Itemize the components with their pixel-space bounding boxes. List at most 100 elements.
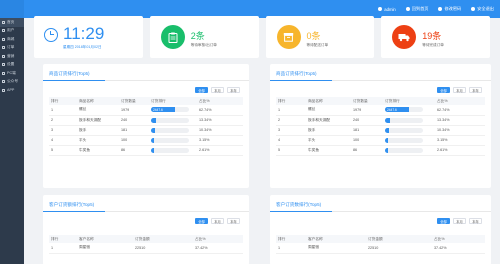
cell-count: 181: [351, 125, 383, 136]
sidebar-item-orders[interactable]: 订单: [0, 44, 24, 53]
cell-bar: [149, 115, 197, 126]
sidebar-item-label: 公众号: [7, 79, 19, 84]
box-icon: [276, 25, 301, 49]
filter-all-button[interactable]: 全部: [437, 87, 450, 93]
progress-bar: [385, 147, 423, 153]
sidebar-item-label: 营销: [7, 53, 15, 58]
customer-amount-ranking-panel: 客户订货额排行(Top5) 全部 本月 本年 排行 客户名称 订货金额 占比% …: [43, 195, 249, 264]
filter-month-button[interactable]: 本月: [211, 218, 224, 224]
table-row[interactable]: 3 扳手 181 10.34%: [276, 125, 485, 136]
sidebar-item-label: 商城: [7, 36, 15, 41]
filter-all-button[interactable]: 全部: [195, 218, 208, 224]
cell-pct: 3.15%: [435, 135, 485, 146]
order-icon: [2, 46, 5, 50]
cell-name: 螺丝: [77, 105, 119, 116]
pending-shipping-count: 0条: [306, 31, 321, 41]
awaiting-completion-card[interactable]: 19条 等待完成订单: [381, 16, 490, 58]
cell-bar: [383, 125, 435, 136]
col-customer: 客户名称: [306, 235, 366, 243]
cell-amount: 22510: [366, 243, 432, 254]
filter-year-button[interactable]: 本年: [469, 218, 482, 224]
cell-name: 扳手和天湖配: [77, 115, 119, 126]
truck-icon: [392, 25, 417, 49]
cell-bar: [383, 115, 435, 126]
cell-rank: 4: [49, 135, 77, 146]
col-count: 订货数量: [351, 97, 383, 105]
filter-all-button[interactable]: 全部: [195, 87, 208, 93]
table-row[interactable]: 5 牛类鱼 86 2.61%: [276, 145, 485, 156]
change-password-link[interactable]: 修改密码: [438, 6, 461, 12]
cell-pct: 37.42%: [193, 243, 243, 254]
sidebar-item-app[interactable]: APP: [0, 86, 24, 95]
cell-rank: 1: [49, 243, 77, 254]
cell-name: 平头: [77, 135, 119, 146]
col-rank: 排行: [49, 97, 77, 105]
table-row[interactable]: 1 螺丝 1979 2447.6 62.74%: [276, 105, 485, 116]
wechat-icon: [2, 80, 5, 84]
sidebar-item-pc[interactable]: PC端: [0, 69, 24, 78]
cell-rank: 3: [49, 125, 77, 136]
filter-month-button[interactable]: 本月: [453, 218, 466, 224]
progress-bar: 2447.6: [151, 107, 189, 113]
home-icon: [405, 7, 410, 11]
cell-pct: 62.74%: [197, 105, 243, 116]
cell-name: 牛类鱼: [306, 145, 351, 156]
clipboard-icon: [160, 25, 185, 49]
progress-bar-fill: [385, 127, 389, 133]
pending-shipping-card[interactable]: 0条 等待配送订单: [265, 16, 375, 58]
progress-bar: [385, 127, 423, 133]
user-menu[interactable]: admin: [378, 6, 396, 12]
clock-time: 11:29: [63, 24, 105, 43]
sidebar-item-wechat[interactable]: 公众号: [0, 78, 24, 87]
filter-month-button[interactable]: 本月: [211, 87, 224, 93]
cell-amount: 22510: [133, 243, 193, 254]
table-row[interactable]: 2 扳手和天湖配 240 13.34%: [49, 115, 243, 126]
cell-bar: [383, 135, 435, 146]
sidebar-item-mall[interactable]: 商城: [0, 35, 24, 44]
table-row[interactable]: 1 周星驰 22510 37.42%: [49, 243, 243, 254]
pending-orders-count: 2条: [190, 31, 205, 41]
filter-all-button[interactable]: 全部: [437, 218, 450, 224]
panel-title: 客户订货数排行(Top5): [276, 202, 322, 207]
table-row[interactable]: 3 扳手 181 10.34%: [49, 125, 243, 136]
filter-year-button[interactable]: 本年: [227, 218, 240, 224]
username: admin: [384, 6, 396, 12]
filter-year-button[interactable]: 本年: [227, 87, 240, 93]
sidebar-item-home[interactable]: 首页: [0, 18, 24, 27]
customer-count-table: 排行 客户名称 订货金额 占比% 1 周星驰 22510 37.42%: [276, 235, 485, 254]
goods-ranking-table: 排行 商品名称 订货数量 订货排行 占比% 1 螺丝 1979 2447.6 62.74…: [49, 97, 243, 156]
awaiting-completion-count: 19条: [422, 31, 442, 41]
table-row[interactable]: 4 平头 100 3.15%: [276, 135, 485, 146]
col-pct: 占比%: [432, 235, 485, 243]
cell-name: 扳手: [306, 125, 351, 136]
cell-pct: 10.34%: [197, 125, 243, 136]
panel-title-underline: [43, 210, 105, 212]
period-filter: 全部 本月 本年: [437, 218, 482, 224]
table-row[interactable]: 4 平头 100 3.15%: [49, 135, 243, 146]
sidebar-item-settings[interactable]: 设置: [0, 61, 24, 70]
panel-title-underline: [270, 210, 332, 212]
awaiting-completion-label: 等待完成订单: [422, 43, 444, 47]
cell-rank: 1: [276, 243, 306, 254]
table-row[interactable]: 1 周星驰 22510 37.42%: [276, 243, 485, 254]
table-row[interactable]: 2 扳手和天湖配 240 13.34%: [276, 115, 485, 126]
cell-pct: 62.74%: [435, 105, 485, 116]
home-link[interactable]: 回到首页: [405, 6, 428, 12]
user-icon: [378, 7, 383, 11]
table-row[interactable]: 1 螺丝 1979 2447.6 62.74%: [49, 105, 243, 116]
table-row[interactable]: 5 牛类鱼 86 2.61%: [49, 145, 243, 156]
col-chart: 订货排行: [383, 97, 435, 105]
pending-orders-card[interactable]: 2条 等待审核/出订单: [149, 16, 259, 58]
progress-bar-fill: [385, 147, 389, 153]
sidebar-item-marketing[interactable]: 营销: [0, 52, 24, 61]
sidebar-item-users[interactable]: 用户: [0, 27, 24, 36]
cell-pct: 37.42%: [432, 243, 485, 254]
logout-link[interactable]: 安全退出: [471, 6, 494, 12]
filter-year-button[interactable]: 本年: [469, 87, 482, 93]
filter-month-button[interactable]: 本月: [453, 87, 466, 93]
goods-ranking-panel-right: 商品订货排行(Top5) 全部 本月 本年 排行 商品名称 订货数量 订货排行 …: [270, 64, 491, 188]
table-header-row: 排行 商品名称 订货数量 订货排行 占比%: [49, 97, 243, 105]
table-header-row: 排行 商品名称 订货数量 订货排行 占比%: [276, 97, 485, 105]
progress-bar: [151, 137, 189, 143]
marketing-icon: [2, 54, 5, 58]
